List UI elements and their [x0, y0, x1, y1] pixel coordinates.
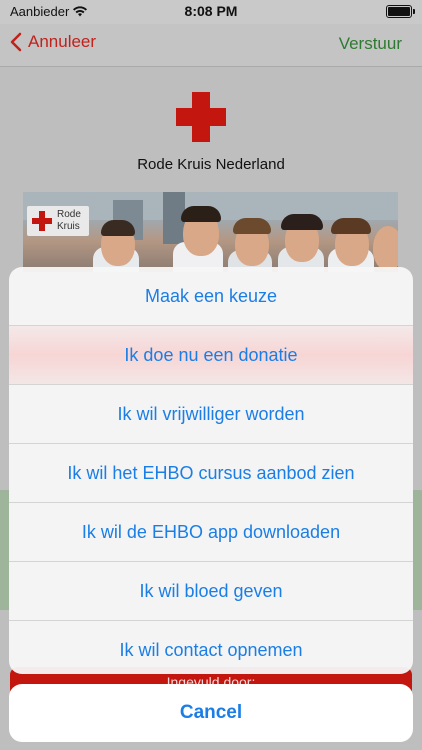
red-cross-badge: Rode Kruis [27, 206, 89, 236]
volunteers-banner-image: Rode Kruis [23, 192, 398, 272]
option-choose[interactable]: Maak een keuze [9, 267, 413, 326]
navigation-bar: Annuleer Verstuur [0, 24, 422, 67]
chevron-left-icon [10, 32, 22, 52]
red-cross-icon [32, 211, 52, 231]
option-first-aid-courses[interactable]: Ik wil het EHBO cursus aanbod zien [9, 444, 413, 503]
status-bar: Aanbieder 8:08 PM [0, 0, 422, 24]
back-label: Annuleer [28, 32, 97, 51]
badge-line-2: Kruis [57, 221, 80, 232]
organization-name: Rode Kruis Nederland [137, 156, 285, 173]
badge-line-1: Rode [57, 209, 81, 220]
option-donate[interactable]: Ik doe nu een donatie [9, 326, 413, 385]
red-cross-logo-icon [176, 92, 226, 142]
option-first-aid-app[interactable]: Ik wil de EHBO app downloaden [9, 503, 413, 562]
send-button[interactable]: Verstuur [339, 34, 402, 54]
status-time: 8:08 PM [184, 3, 238, 19]
battery-icon [386, 5, 415, 18]
cancel-nav-button[interactable]: Annuleer [10, 32, 96, 52]
option-volunteer[interactable]: Ik wil vrijwilliger worden [9, 385, 413, 444]
background-edge-right [412, 490, 422, 610]
option-contact[interactable]: Ik wil contact opnemen [9, 621, 413, 674]
cancel-button[interactable]: Cancel [9, 684, 413, 742]
action-sheet: Maak een keuze Ik doe nu een donatie Ik … [9, 267, 413, 674]
option-give-blood[interactable]: Ik wil bloed geven [9, 562, 413, 621]
